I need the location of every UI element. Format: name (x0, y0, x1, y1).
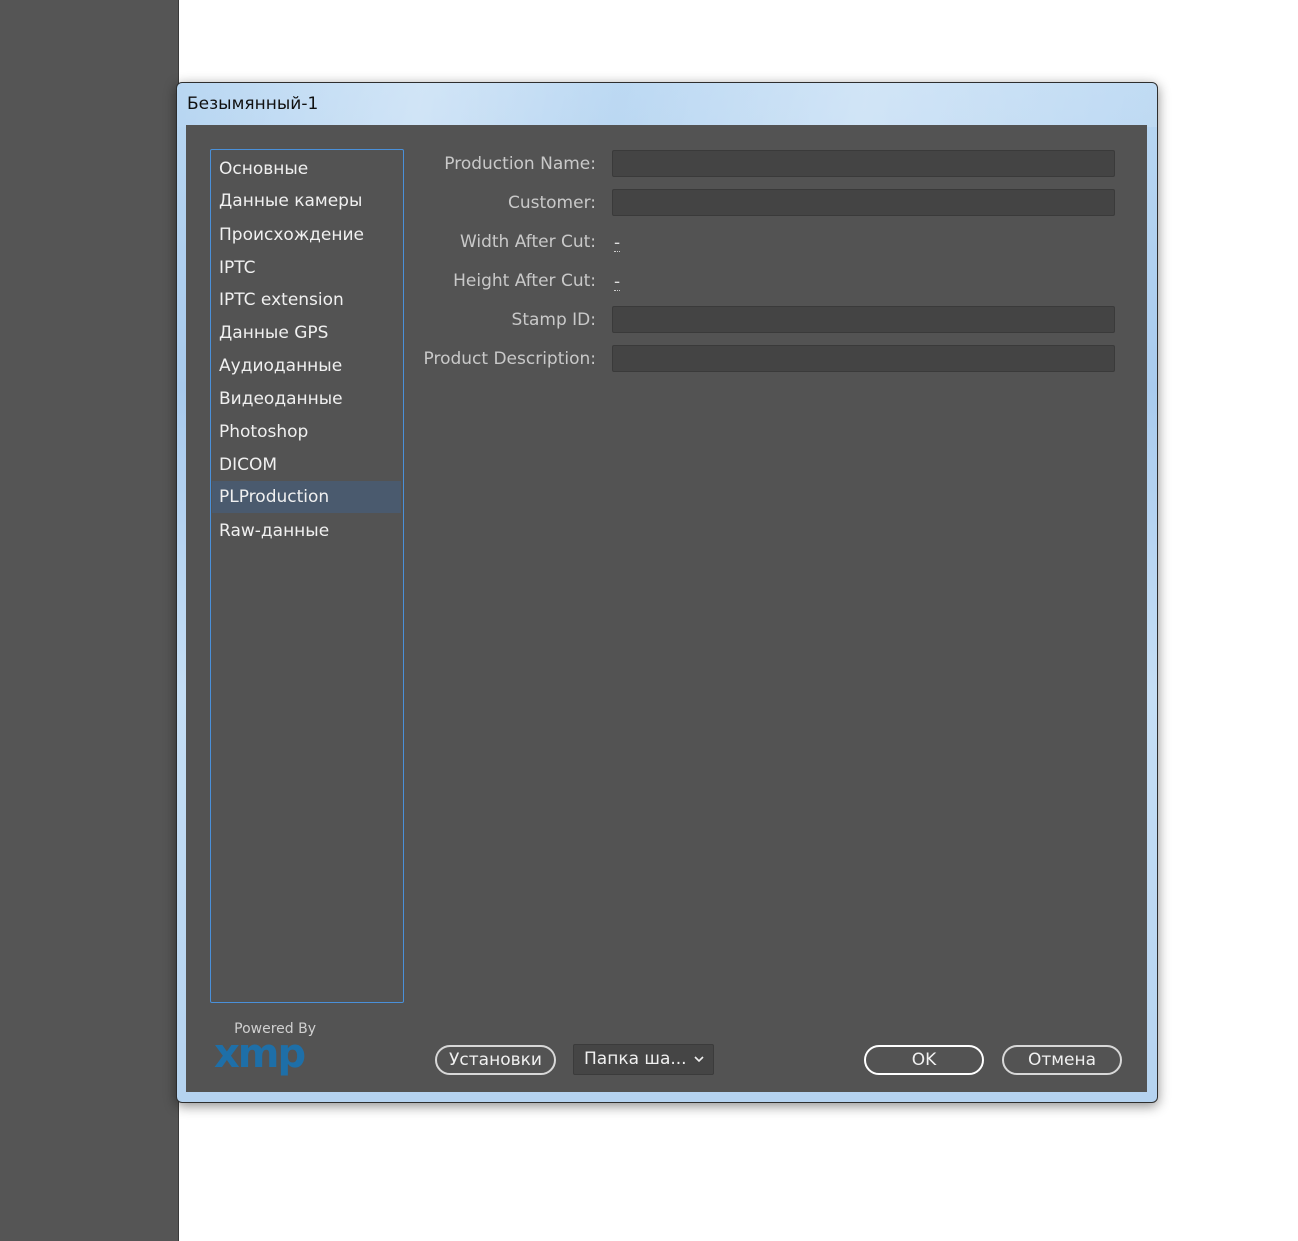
settings-button[interactable]: Установки (435, 1045, 556, 1075)
category-item-camera-data[interactable]: Данные камеры (212, 185, 401, 217)
faint-status-text (584, 997, 914, 1003)
category-list[interactable]: Основные Данные камеры Происхождение IPT… (210, 149, 404, 1003)
xmp-logo-text: xmp (214, 1031, 304, 1077)
customer-label: Customer: (507, 193, 596, 213)
stamp-id-label: Stamp ID: (511, 310, 596, 330)
product-description-label: Product Description: (423, 349, 597, 369)
height-after-cut-label: Height After Cut: (453, 271, 596, 291)
height-after-cut-value[interactable]: - (614, 274, 621, 291)
category-item-audio-data[interactable]: Аудиоданные (212, 350, 401, 382)
xmp-logo-icon: xmp (214, 1031, 306, 1077)
category-item-raw-data[interactable]: Raw-данные (212, 515, 401, 547)
ok-button[interactable]: OK (864, 1045, 984, 1075)
chevron-down-icon (694, 1056, 704, 1063)
width-after-cut-label: Width After Cut: (459, 232, 596, 252)
metadata-dialog: Безымянный-1 Основные Данные камеры Прои… (176, 82, 1158, 1103)
window-title: Безымянный-1 (187, 94, 319, 114)
category-item-photoshop[interactable]: Photoshop (212, 416, 401, 448)
cancel-button[interactable]: Отмена (1002, 1045, 1122, 1075)
category-item-basic[interactable]: Основные (212, 153, 401, 185)
category-item-iptc-extension[interactable]: IPTC extension (212, 284, 401, 316)
category-item-plproduction[interactable]: PLProduction (212, 481, 401, 513)
stamp-id-field[interactable] (612, 306, 1115, 333)
background-app-panel (0, 0, 179, 1241)
product-description-field[interactable] (612, 345, 1115, 372)
template-folder-label: Папка ша... (584, 1049, 687, 1069)
production-name-label: Production Name: (444, 154, 596, 174)
xmp-logo: Powered By xmp (212, 1021, 322, 1081)
category-item-dicom[interactable]: DICOM (212, 449, 401, 481)
production-name-field[interactable] (612, 150, 1115, 177)
dialog-content: Основные Данные камеры Происхождение IPT… (186, 125, 1147, 1092)
width-after-cut-value[interactable]: - (614, 235, 621, 252)
category-item-origin[interactable]: Происхождение (212, 219, 401, 251)
category-item-gps-data[interactable]: Данные GPS (212, 317, 401, 349)
category-item-iptc[interactable]: IPTC (212, 252, 401, 284)
customer-field[interactable] (612, 189, 1115, 216)
template-folder-dropdown[interactable]: Папка ша... (573, 1044, 714, 1075)
category-item-video-data[interactable]: Видеоданные (212, 383, 401, 415)
